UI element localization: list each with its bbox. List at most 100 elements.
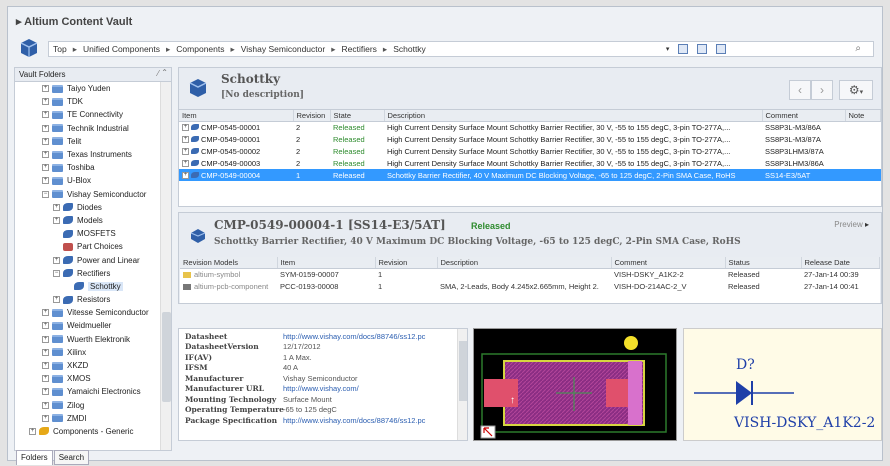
collapse-icon[interactable]: ⌃ [161,68,168,77]
dropdown-arrow-icon[interactable]: ▾ [666,45,670,53]
tree-node[interactable]: + TDK [15,95,161,108]
tree-node[interactable]: + Resistors [15,293,161,306]
expand-icon[interactable]: + [182,135,189,143]
tree-node[interactable]: + Weidmueller [15,319,161,332]
column-header[interactable]: Status [725,257,802,269]
breadcrumb-item[interactable]: Unified Components [83,44,160,54]
collapse-icon[interactable]: − [53,269,60,277]
expand-icon[interactable]: + [42,335,49,343]
property-link[interactable]: http://www.vishay.com/docs/88746/ss12.pc [283,332,425,341]
tree-node[interactable]: + XKZD [15,359,161,372]
column-header[interactable]: Revision Models [180,257,278,269]
tree-scrollbar[interactable] [160,82,171,450]
pin-icon[interactable]: ⁄ [158,69,159,78]
table-row[interactable]: + CMP-0549-00001 2 Released High Current Den… [179,133,881,145]
expand-icon[interactable]: + [53,296,60,304]
expand-icon[interactable]: + [42,111,49,119]
column-header[interactable]: Description [384,110,763,122]
tree-node[interactable]: + Toshiba [15,161,161,174]
breadcrumb-item[interactable]: Schottky [393,44,426,54]
tree-node[interactable]: Schottky [15,280,161,293]
tree-node[interactable]: + Models [15,214,161,227]
column-header[interactable]: Revision [375,257,438,269]
expand-icon[interactable]: + [42,137,49,145]
expand-icon[interactable]: + [42,98,49,106]
expand-icon[interactable]: + [42,414,49,422]
breadcrumb-item[interactable]: Vishay Semiconductor [241,44,325,54]
breadcrumb-item[interactable]: Top [53,44,67,54]
tab-folders[interactable]: Folders [16,450,53,465]
expand-icon[interactable]: + [42,388,49,396]
table-row[interactable]: + CMP-0549-00004 1 Released Schottky Barrier… [179,169,881,181]
expand-icon[interactable]: + [53,203,60,211]
column-header[interactable]: State [330,110,385,122]
tree-node[interactable]: + Texas Instruments [15,148,161,161]
properties-scrollbar[interactable] [457,329,467,440]
expand-icon[interactable]: + [182,147,189,155]
tree-node[interactable]: + U-Blox [15,174,161,187]
tree-node[interactable]: + Components - Generic [15,425,161,438]
expand-icon[interactable]: + [42,362,49,370]
expand-icon[interactable]: + [182,159,189,167]
tree-node[interactable]: + TE Connectivity [15,108,161,121]
column-header[interactable]: Item [277,257,376,269]
expand-icon[interactable]: + [42,375,49,383]
collapse-icon[interactable]: − [42,190,49,198]
breadcrumb[interactable]: Top ▸ Unified Components ▸ Components ▸ Vis… [48,41,874,57]
column-header[interactable]: Note [845,110,881,122]
column-header[interactable]: Description [437,257,612,269]
table-row[interactable]: + CMP-0549-00003 2 Released High Current Den… [179,157,881,169]
tree-node[interactable]: + Technik Industrial [15,122,161,135]
tree-node[interactable]: + Xilinx [15,346,161,359]
tree-node[interactable]: + Zilog [15,399,161,412]
expand-icon[interactable]: + [53,216,60,224]
tree-node[interactable]: + Yamaichi Electronics [15,385,161,398]
breadcrumb-item[interactable]: Components [176,44,224,54]
tree-node[interactable]: + Power and Linear [15,253,161,266]
grid-view-icon[interactable] [697,43,708,54]
expand-icon[interactable]: + [42,151,49,159]
property-link[interactable]: http://www.vishay.com/ [283,384,359,393]
expand-icon[interactable]: + [53,256,60,264]
tree-node[interactable]: + Vitesse Semiconductor [15,306,161,319]
tree-node[interactable]: + XMOS [15,372,161,385]
vault-logo-icon[interactable] [18,37,40,59]
scrollbar-thumb[interactable] [459,341,467,401]
table-row[interactable]: + CMP-0545-00002 2 Released High Current Den… [179,145,881,157]
tree-node[interactable]: − Rectifiers [15,267,161,280]
expand-icon[interactable]: + [42,85,49,93]
expand-icon[interactable]: + [42,309,49,317]
tree-node[interactable]: − Vishay Semiconductor [15,188,161,201]
preview-toggle[interactable]: Preview ▸ [834,220,869,229]
expand-icon[interactable]: + [42,348,49,356]
expand-icon[interactable]: + [182,171,189,179]
expand-icon[interactable]: + [29,427,36,435]
column-header[interactable]: Item [179,110,294,122]
tree-node[interactable]: Part Choices [15,240,161,253]
table-row[interactable]: altium-pcb-component PCC-0193-00008 1 SMA, … [180,280,880,292]
expand-icon[interactable]: + [42,124,49,132]
column-header[interactable]: Revision [293,110,331,122]
scrollbar-thumb[interactable] [162,312,171,402]
expand-icon[interactable]: + [182,123,189,131]
tree-node[interactable]: + Taiyo Yuden [15,82,161,95]
tree-node[interactable]: + Telit [15,135,161,148]
tree-node[interactable]: MOSFETS [15,227,161,240]
forward-button[interactable]: › [811,80,833,100]
expand-icon[interactable]: + [42,401,49,409]
table-row[interactable]: + CMP-0545-00001 2 Released High Current Den… [179,121,881,133]
column-header[interactable]: Comment [611,257,726,269]
back-button[interactable]: ‹ [789,80,811,100]
tab-search[interactable]: Search [53,450,90,465]
expand-icon[interactable]: + [42,177,49,185]
table-row[interactable]: altium-symbol SYM-0159-00007 1 VISH-DSKY_A1… [180,268,880,280]
breadcrumb-item[interactable]: Rectifiers [341,44,376,54]
list-view-icon[interactable] [678,43,689,54]
expand-icon[interactable]: + [42,322,49,330]
settings-button[interactable]: ⚙▾ [839,80,873,100]
expand-icon[interactable]: + [42,164,49,172]
tree-node[interactable]: + Diodes [15,201,161,214]
column-header[interactable]: Comment [762,110,846,122]
tree-node[interactable]: + ZMDI [15,412,161,425]
refresh-icon[interactable] [716,43,727,54]
